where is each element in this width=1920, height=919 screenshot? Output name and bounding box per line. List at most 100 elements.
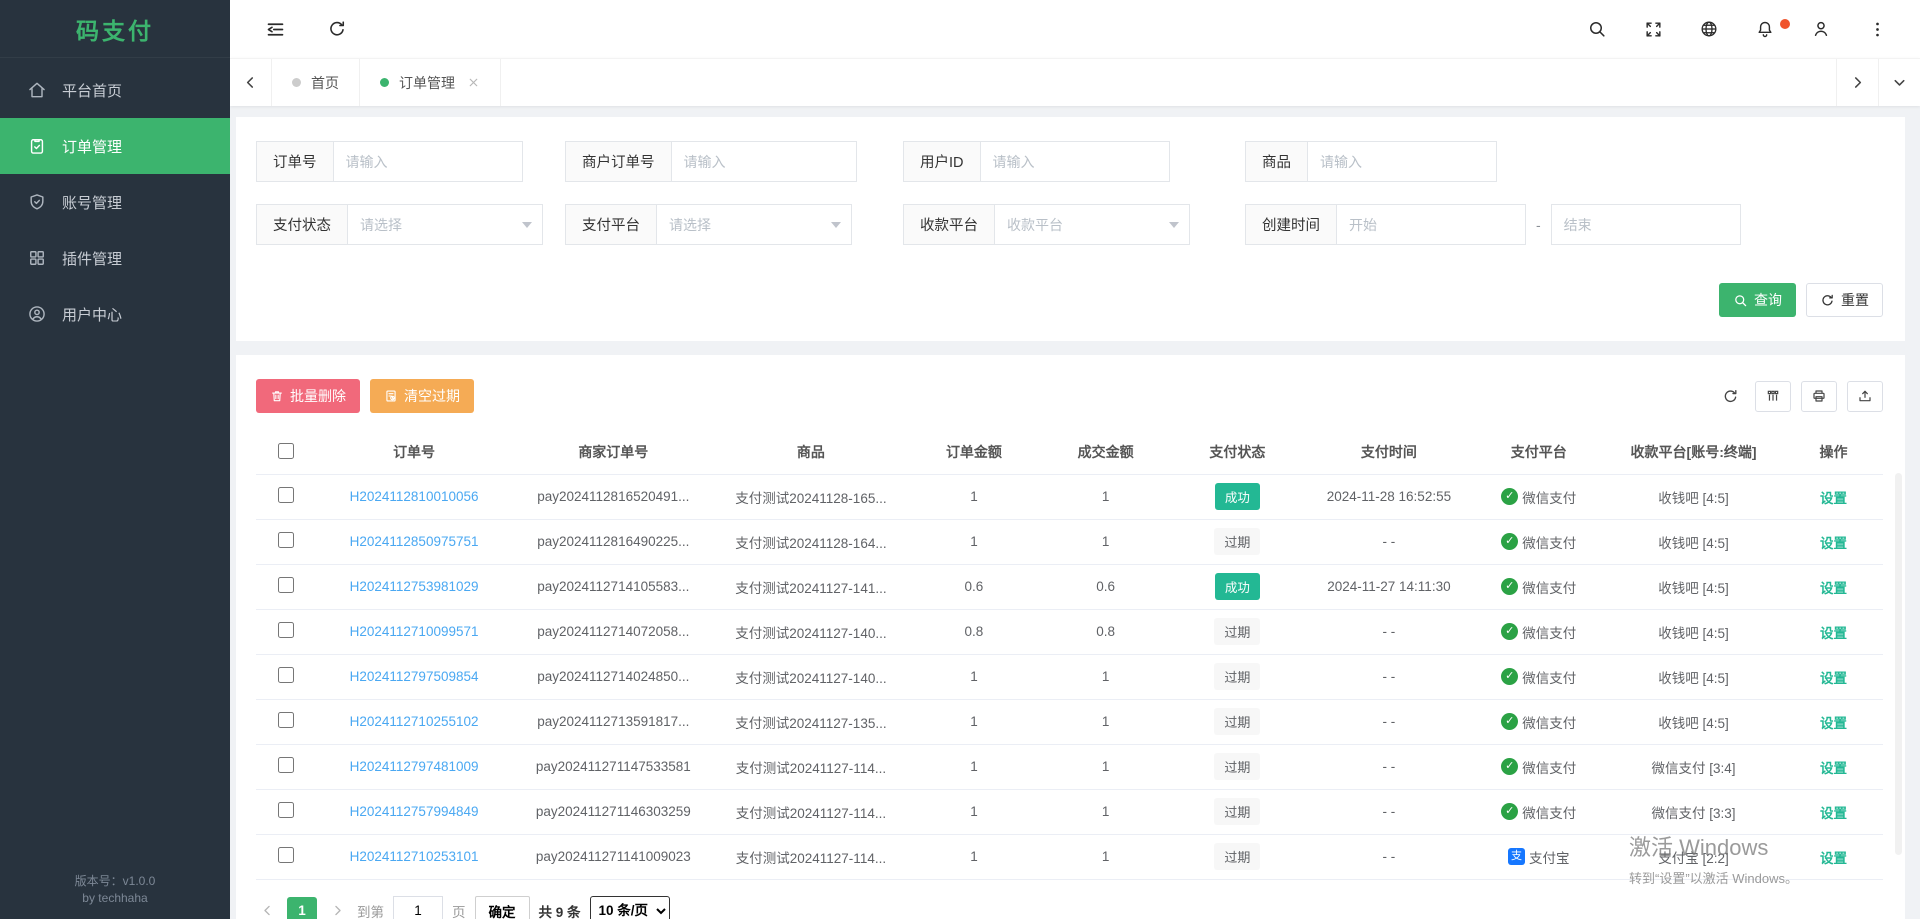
page-size-select[interactable]: 10 条/页 xyxy=(590,896,670,919)
content-area: 订单号 商户订单号 用户ID 商品 支付状态 xyxy=(230,106,1920,919)
row-select-cell xyxy=(256,564,315,609)
export-icon[interactable] xyxy=(1847,381,1883,412)
tab-close-icon[interactable] xyxy=(467,76,480,89)
clear-expired-button[interactable]: 清空过期 xyxy=(370,379,474,413)
select-placeholder: 收款平台 xyxy=(1007,215,1063,235)
status-badge: 成功 xyxy=(1215,573,1260,600)
end-date-input[interactable] xyxy=(1551,204,1741,245)
row-checkbox[interactable] xyxy=(278,622,294,638)
settings-link[interactable]: 设置 xyxy=(1820,536,1847,551)
user-id-input[interactable] xyxy=(980,141,1170,182)
order-no-link[interactable]: H2024112753981029 xyxy=(350,579,479,594)
merchant-no-cell: pay2024112816490225... xyxy=(513,519,714,564)
tab-order-management[interactable]: 订单管理 xyxy=(360,59,501,106)
select-all-checkbox[interactable] xyxy=(278,443,294,459)
settings-link[interactable]: 设置 xyxy=(1820,671,1847,686)
settings-link[interactable]: 设置 xyxy=(1820,716,1847,731)
column-settings-icon[interactable] xyxy=(1755,381,1791,412)
batch-delete-button[interactable]: 批量删除 xyxy=(256,379,360,413)
goto-page-input[interactable] xyxy=(393,896,443,919)
order-no-link[interactable]: H2024112850975751 xyxy=(350,534,479,549)
print-icon[interactable] xyxy=(1801,381,1837,412)
reset-button[interactable]: 重置 xyxy=(1806,283,1883,317)
filter-order-no: 订单号 xyxy=(256,141,565,182)
tabbar: 首页 订单管理 xyxy=(230,58,1920,106)
tab-dot xyxy=(292,78,301,87)
row-checkbox[interactable] xyxy=(278,667,294,683)
more-options-icon[interactable] xyxy=(1864,16,1890,42)
user-profile-icon[interactable] xyxy=(1808,16,1834,42)
notifications-bell-icon[interactable] xyxy=(1752,16,1778,42)
settings-link[interactable]: 设置 xyxy=(1820,581,1847,596)
search-icon[interactable] xyxy=(1584,16,1610,42)
row-select-cell xyxy=(256,609,315,654)
language-globe-icon[interactable] xyxy=(1696,16,1722,42)
search-button[interactable]: 查询 xyxy=(1719,283,1796,317)
alipay-icon: 支 xyxy=(1508,848,1525,865)
order-no-cell: H2024112710099571 xyxy=(315,609,513,654)
product-input[interactable] xyxy=(1307,141,1497,182)
status-badge: 过期 xyxy=(1214,528,1260,555)
tab-home[interactable]: 首页 xyxy=(272,59,360,106)
order-icon xyxy=(27,136,47,156)
sidebar-item-order-management[interactable]: 订单管理 xyxy=(0,118,230,174)
next-page-icon[interactable] xyxy=(326,897,348,919)
settings-link[interactable]: 设置 xyxy=(1820,806,1847,821)
prev-page-icon[interactable] xyxy=(256,897,278,919)
pay-status-select[interactable]: 请选择 xyxy=(347,204,543,245)
order-no-link[interactable]: H2024112710253101 xyxy=(350,849,479,864)
select-placeholder: 请选择 xyxy=(669,215,711,235)
merchant-order-no-input[interactable] xyxy=(671,141,857,182)
order-no-link[interactable]: H2024112797481009 xyxy=(350,759,479,774)
tabs-dropdown-icon[interactable] xyxy=(1878,59,1920,106)
topbar-right xyxy=(1584,16,1890,42)
platform-cell: ✓ 微信支付 xyxy=(1475,564,1603,609)
row-checkbox[interactable] xyxy=(278,577,294,593)
settings-link[interactable]: 设置 xyxy=(1820,626,1847,641)
row-checkbox[interactable] xyxy=(278,532,294,548)
sidebar-item-account-management[interactable]: 账号管理 xyxy=(0,174,230,230)
start-date-input[interactable] xyxy=(1336,204,1526,245)
tabs-scroll-right-icon[interactable] xyxy=(1836,59,1878,106)
pay-platform-select[interactable]: 请选择 xyxy=(656,204,852,245)
sidebar-item-plugin-management[interactable]: 插件管理 xyxy=(0,230,230,286)
sidebar-item-user-center[interactable]: 用户中心 xyxy=(0,286,230,342)
wechat-pay-icon: ✓ xyxy=(1501,578,1518,595)
row-checkbox[interactable] xyxy=(278,802,294,818)
row-select-cell xyxy=(256,474,315,519)
table-scrollbar[interactable] xyxy=(1895,473,1902,855)
goto-confirm-button[interactable]: 确定 xyxy=(475,896,530,919)
current-page-button[interactable]: 1 xyxy=(287,897,317,919)
status-cell: 过期 xyxy=(1172,654,1304,699)
refresh-page-button[interactable] xyxy=(324,16,350,42)
row-checkbox[interactable] xyxy=(278,487,294,503)
order-no-input[interactable] xyxy=(333,141,523,182)
row-checkbox[interactable] xyxy=(278,847,294,863)
table-header: 订单号 商家订单号 商品 订单金额 成交金额 支付状态 支付时间 支付平台 收款… xyxy=(256,431,1883,474)
product-cell: 支付测试20241127-140... xyxy=(714,609,908,654)
receiver-cell: 收钱吧 [4:5] xyxy=(1603,564,1784,609)
order-no-link[interactable]: H2024112710099571 xyxy=(350,624,479,639)
settings-link[interactable]: 设置 xyxy=(1820,491,1847,506)
settings-link[interactable]: 设置 xyxy=(1820,761,1847,776)
row-checkbox[interactable] xyxy=(278,712,294,728)
sidebar-item-platform-home[interactable]: 平台首页 xyxy=(0,62,230,118)
row-checkbox[interactable] xyxy=(278,757,294,773)
receive-platform-select[interactable]: 收款平台 xyxy=(994,204,1190,245)
order-no-link[interactable]: H2024112797509854 xyxy=(350,669,479,684)
order-no-link[interactable]: H2024112757994849 xyxy=(350,804,479,819)
action-cell: 设置 xyxy=(1784,699,1883,744)
order-no-cell: H2024112797481009 xyxy=(315,744,513,789)
table-refresh-icon[interactable] xyxy=(1715,381,1745,412)
fullscreen-icon[interactable] xyxy=(1640,16,1666,42)
product-cell: 支付测试20241128-164... xyxy=(714,519,908,564)
platform-label: 支付宝 xyxy=(1529,847,1570,867)
platform-cell: ✓ 微信支付 xyxy=(1475,789,1603,834)
order-no-link[interactable]: H2024112710255102 xyxy=(350,714,479,729)
sidebar-collapse-button[interactable] xyxy=(262,16,288,42)
settings-link[interactable]: 设置 xyxy=(1820,851,1847,866)
order-no-link[interactable]: H2024112810010056 xyxy=(350,489,479,504)
tabs-scroll-left-icon[interactable] xyxy=(230,59,272,106)
status-cell: 过期 xyxy=(1172,699,1304,744)
action-cell: 设置 xyxy=(1784,564,1883,609)
